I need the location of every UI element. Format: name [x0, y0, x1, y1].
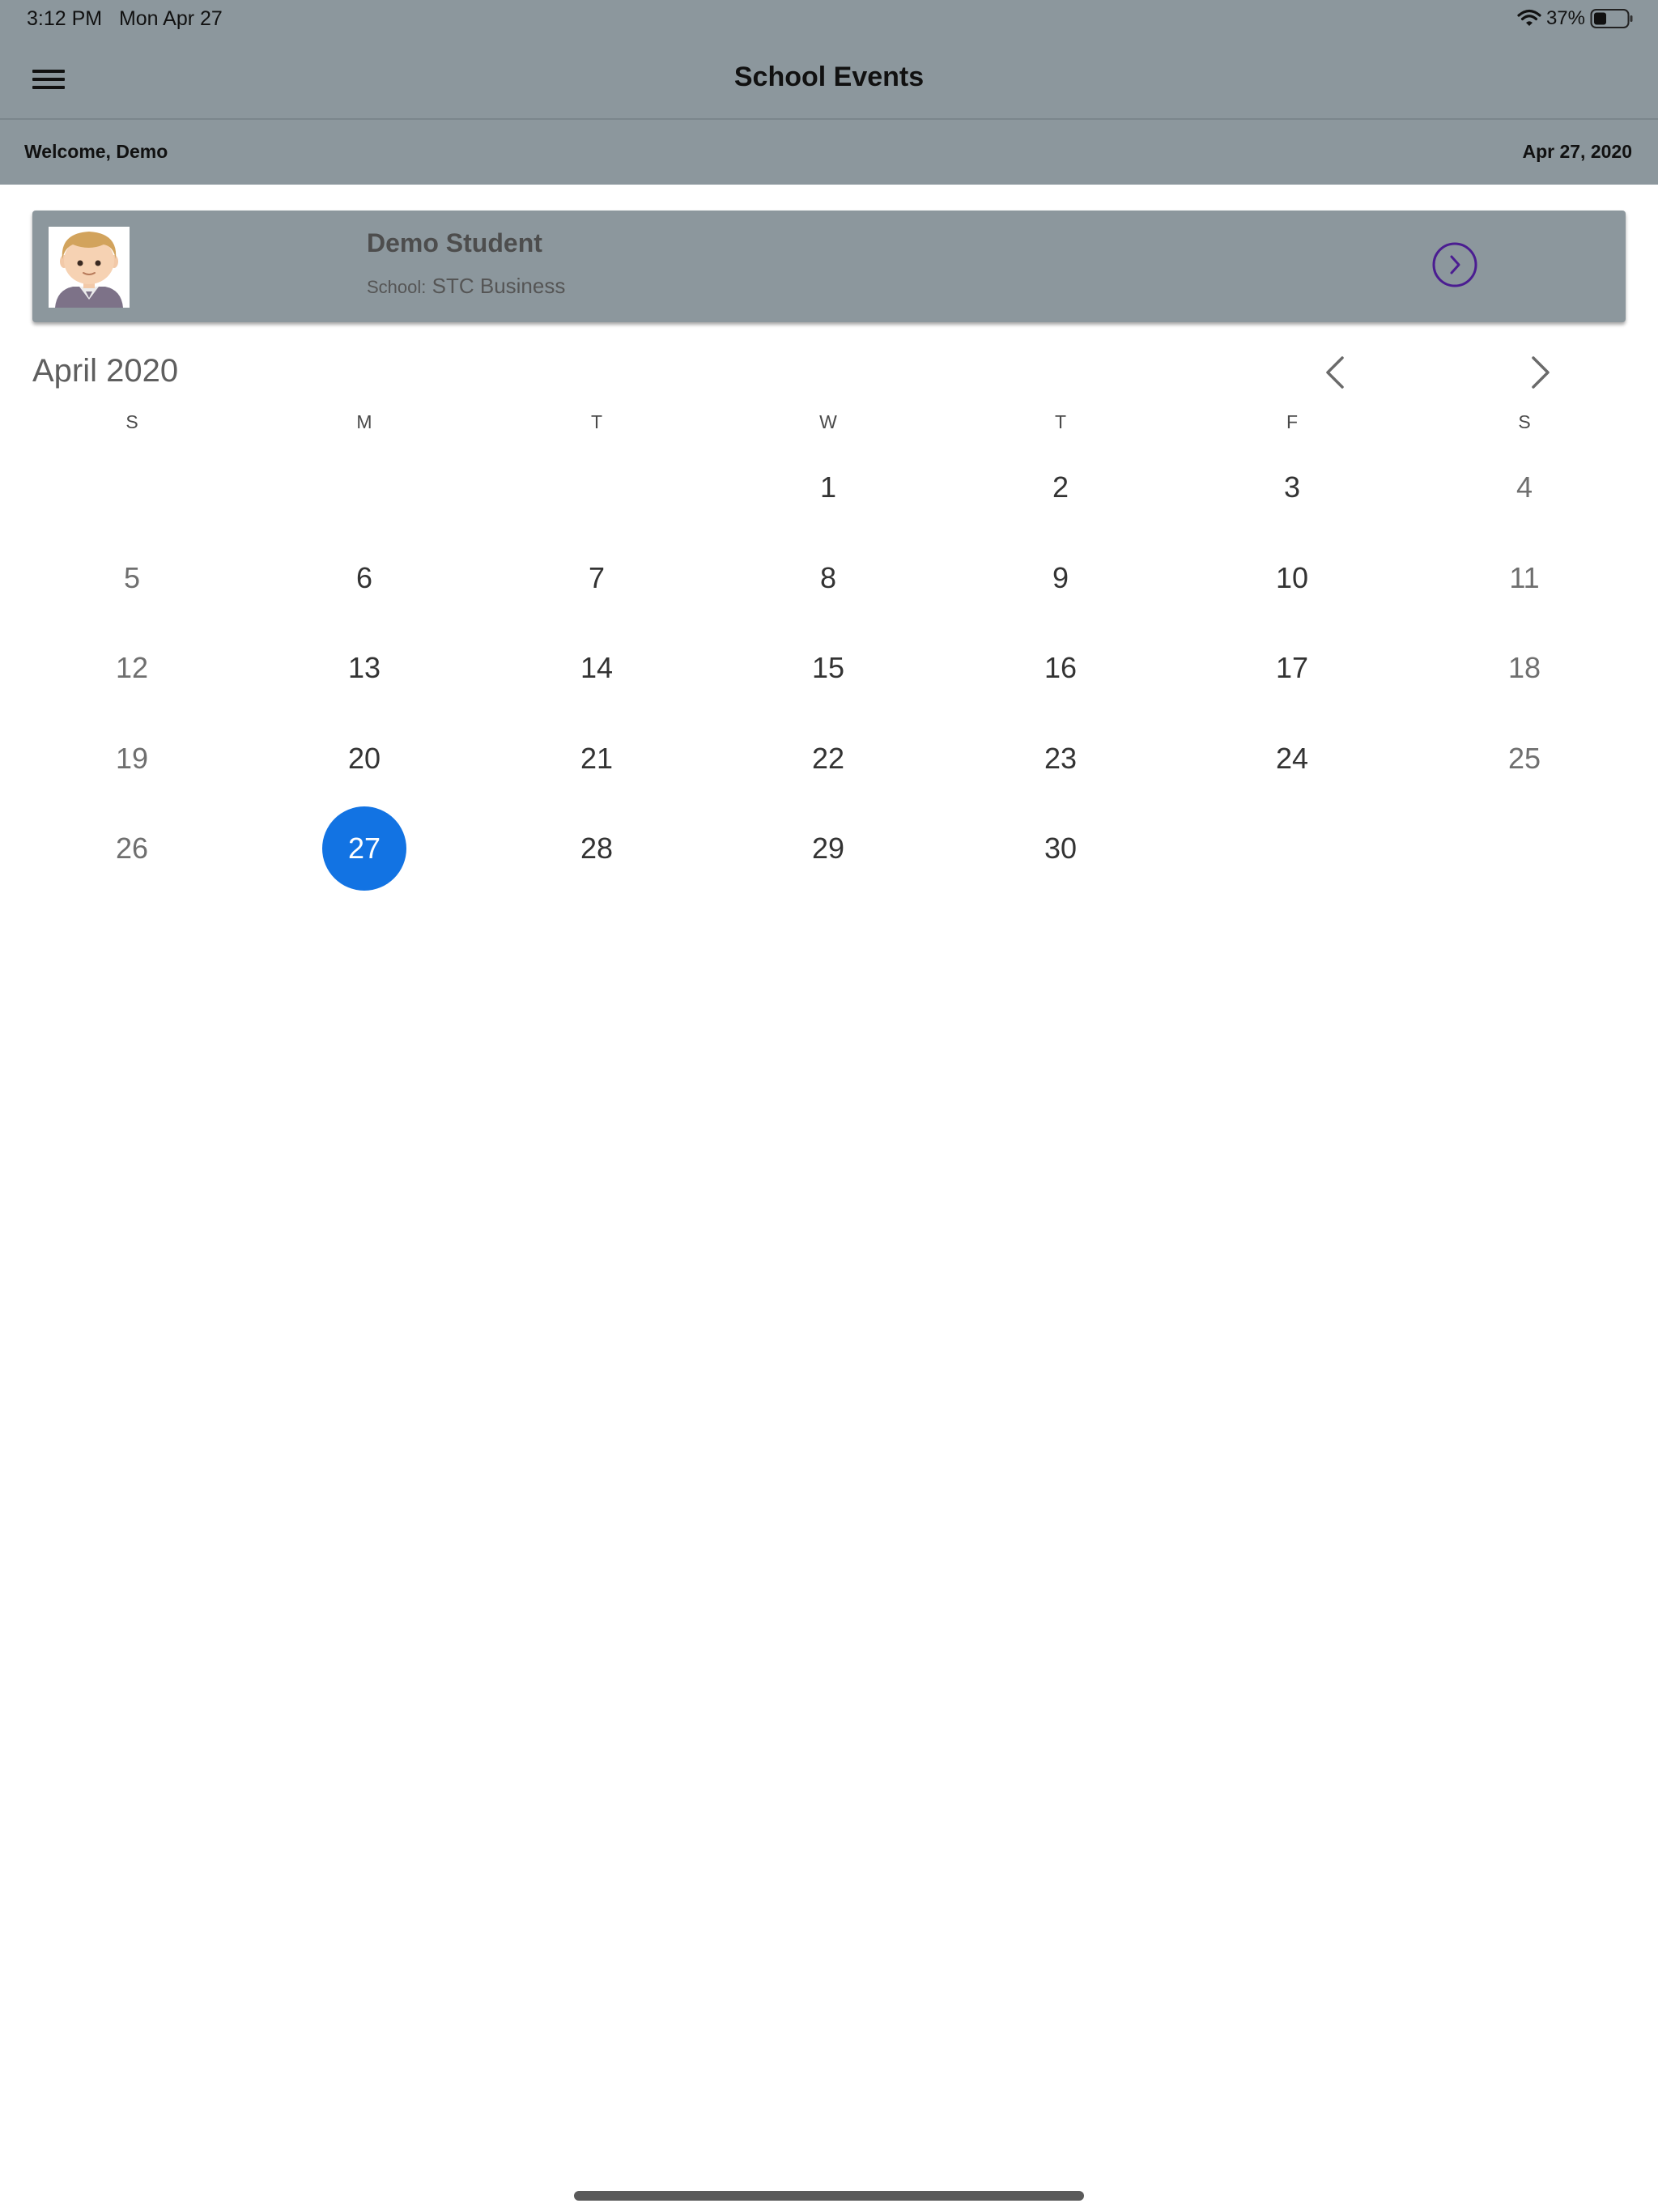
calendar-day[interactable]: 5: [90, 536, 174, 620]
calendar-day[interactable]: 6: [322, 536, 406, 620]
current-date: Apr 27, 2020: [1522, 141, 1632, 162]
battery-percent: 37%: [1545, 7, 1585, 29]
chevron-right-icon[interactable]: [1524, 354, 1556, 391]
calendar-weekday-header: SMTWTFS: [0, 411, 1658, 440]
calendar-day[interactable]: 15: [786, 626, 870, 710]
wifi-icon: [1517, 9, 1541, 26]
home-indicator: [574, 2191, 1084, 2201]
status-bar: 3:12 PM Mon Apr 27 37%: [0, 0, 1658, 37]
calendar-day[interactable]: 4: [1482, 445, 1567, 530]
weekday-label: S: [125, 411, 138, 432]
calendar-day[interactable]: 14: [555, 626, 639, 710]
calendar-day[interactable]: 25: [1482, 717, 1567, 801]
student-card[interactable]: Demo Student School: STC Business: [32, 211, 1626, 322]
calendar-day[interactable]: 3: [1250, 445, 1334, 530]
calendar-day[interactable]: 8: [786, 536, 870, 620]
calendar-day[interactable]: 7: [555, 536, 639, 620]
calendar-day[interactable]: 13: [322, 626, 406, 710]
calendar-day[interactable]: 21: [555, 717, 639, 801]
calendar-day[interactable]: 23: [1018, 717, 1103, 801]
weekday-label: S: [1518, 411, 1531, 432]
battery-icon: [1590, 9, 1633, 28]
status-time: 3:12 PM: [27, 7, 103, 30]
page-title: School Events: [733, 62, 925, 92]
calendar-month-title: April 2020: [32, 353, 179, 389]
calendar-day[interactable]: 22: [786, 717, 870, 801]
calendar-day-grid: 1 2 3 4 5 6 7 8 9 10 11 12 13 14 15 16 17 18 19 20 21 22 23 24 2…: [0, 445, 1658, 915]
welcome-bar: Welcome, Demo Apr 27, 2020: [0, 120, 1658, 185]
calendar-day[interactable]: 20: [322, 717, 406, 801]
calendar-day[interactable]: 16: [1018, 626, 1103, 710]
student-school: School: STC Business: [367, 274, 565, 299]
calendar-day[interactable]: 30: [1018, 806, 1103, 891]
calendar-day[interactable]: 10: [1250, 536, 1334, 620]
weekday-label: M: [356, 411, 372, 432]
school-name: STC Business: [432, 274, 566, 298]
chevron-left-icon[interactable]: [1320, 354, 1352, 391]
student-avatar-icon: [49, 227, 130, 308]
navigation-bar: School Events: [0, 37, 1658, 120]
calendar-day[interactable]: 17: [1250, 626, 1334, 710]
calendar-day[interactable]: 26: [90, 806, 174, 891]
weekday-label: F: [1286, 411, 1299, 432]
student-avatar: [49, 227, 130, 308]
calendar-day[interactable]: 11: [1482, 536, 1567, 620]
app-header: 3:12 PM Mon Apr 27 37% School Events Wel…: [0, 0, 1658, 185]
chevron-right-circle-icon[interactable]: [1431, 241, 1478, 288]
welcome-text: Welcome, Demo: [24, 141, 168, 162]
calendar-day[interactable]: 9: [1018, 536, 1103, 620]
weekday-label: T: [1054, 411, 1067, 432]
calendar-day[interactable]: 29: [786, 806, 870, 891]
calendar-day-selected[interactable]: 27: [322, 806, 406, 891]
student-name: Demo Student: [367, 228, 542, 257]
weekday-label: W: [819, 411, 837, 432]
school-label: School:: [367, 277, 427, 297]
calendar-day[interactable]: 12: [90, 626, 174, 710]
status-indicators: 37%: [1517, 6, 1634, 31]
status-date: Mon Apr 27: [118, 7, 223, 30]
calendar-day[interactable]: 28: [555, 806, 639, 891]
calendar-day[interactable]: 18: [1482, 626, 1567, 710]
status-time-date: 3:12 PM Mon Apr 27: [27, 6, 223, 31]
calendar-day[interactable]: 1: [786, 445, 870, 530]
calendar-day[interactable]: 2: [1018, 445, 1103, 530]
calendar-day[interactable]: 19: [90, 717, 174, 801]
weekday-label: T: [590, 411, 603, 432]
calendar-day[interactable]: 24: [1250, 717, 1334, 801]
